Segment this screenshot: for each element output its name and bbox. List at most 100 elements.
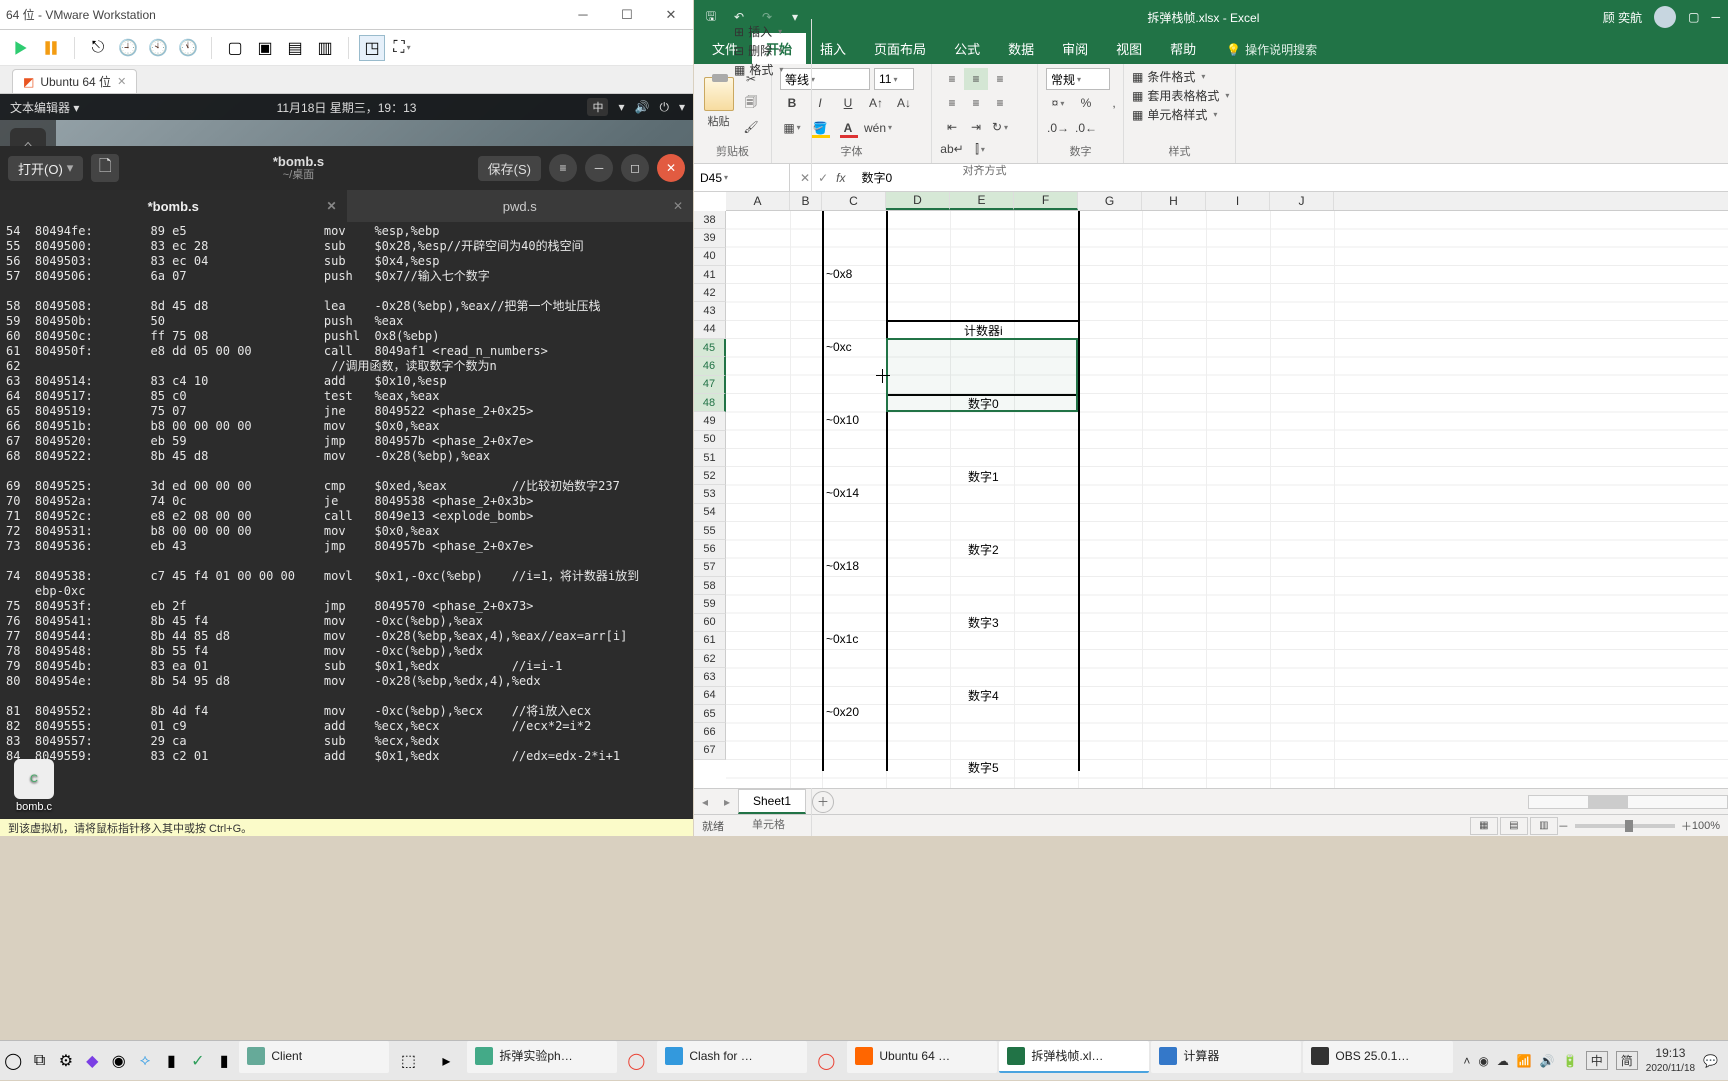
taskbar-item[interactable]: 计算器 [1151,1041,1301,1073]
worksheet[interactable]: A B C D E F G H I J 38394041424344454647… [694,192,1728,788]
cell-styles-button[interactable]: ▦ 单元格样式 [1132,106,1227,123]
row-45[interactable]: 45 [694,339,726,357]
row-55[interactable]: 55 [694,522,726,540]
row-54[interactable]: 54 [694,504,726,522]
row-39[interactable]: 39 [694,229,726,247]
table-format-button[interactable]: ▦ 套用表格格式 [1132,87,1227,104]
align-left-icon[interactable]: ≡ [940,92,964,114]
tray-kbd[interactable]: 简 [1616,1051,1638,1070]
grow-font-icon[interactable]: A↑ [864,92,888,114]
view-break-icon[interactable]: ▥ [1530,817,1558,835]
orientation-icon[interactable]: ↻ [988,116,1012,138]
revert-icon[interactable]: 🕚 [175,35,201,61]
taskbar-item[interactable]: Clash for … [657,1041,807,1073]
shrink-font-icon[interactable]: A↓ [892,92,916,114]
chrome-icon[interactable]: ◯ [807,1041,845,1081]
play-dropdown-icon[interactable] [8,35,34,61]
app-icon-2[interactable]: ▮ [158,1041,184,1081]
merge-icon[interactable]: ⫿ [968,138,992,160]
row-49[interactable]: 49 [694,412,726,430]
inc-decimal-icon[interactable]: .0→ [1046,117,1070,139]
tab-view[interactable]: 视图 [1102,33,1156,64]
tray-clock[interactable]: 19:132020/11/18 [1646,1047,1695,1073]
taskbar-item[interactable]: Ubuntu 64 … [847,1041,997,1073]
row-38[interactable]: 38 [694,211,726,229]
app-icon-1[interactable]: ◆ [79,1041,105,1081]
format-cells-button[interactable]: ▦ 格式 [734,61,803,78]
excel-minimize[interactable]: ─ [1711,10,1720,24]
tab-layout[interactable]: 页面布局 [860,33,940,64]
font-color-icon[interactable]: A [836,117,860,139]
tray-ime[interactable]: 中 [1586,1051,1608,1070]
obs-tray-icon[interactable]: ◉ [1478,1054,1488,1068]
comma-icon[interactable]: , [1102,92,1126,114]
tab-data[interactable]: 数据 [994,33,1048,64]
wifi-icon[interactable]: 📶 [1517,1054,1532,1068]
view-layout-icon[interactable]: ▤ [1500,817,1528,835]
row-67[interactable]: 67 [694,742,726,760]
row-41[interactable]: 41 [694,266,726,284]
align-bot-icon[interactable]: ≡ [988,68,1012,90]
zoom-pct[interactable]: 100% [1692,820,1720,832]
view3-icon[interactable]: ▤ [282,35,308,61]
dec-decimal-icon[interactable]: .0← [1074,117,1098,139]
wrap-icon[interactable]: ab↵ [940,138,964,160]
gedit-menu-button[interactable]: ≡ [549,154,577,182]
row-40[interactable]: 40 [694,248,726,266]
enter-edit-icon[interactable]: ✓ [818,171,828,185]
vmware-tab-ubuntu[interactable]: ◩ Ubuntu 64 位 ✕ [12,69,137,93]
cond-format-button[interactable]: ▦ 条件格式 [1132,68,1227,85]
avatar[interactable] [1654,6,1676,28]
align-center-icon[interactable]: ≡ [964,92,988,114]
close-tab-icon[interactable]: ✕ [117,75,126,88]
taskbar-item[interactable]: 拆弹栈帧.xl… [999,1041,1149,1073]
vscode-icon[interactable]: ⟡ [132,1041,158,1081]
row-44[interactable]: 44 [694,321,726,339]
gedit-open-button[interactable]: 打开(O) ▾ [8,156,83,181]
row-46[interactable]: 46 [694,357,726,375]
gedit-save-button[interactable]: 保存(S) [478,156,541,181]
view-normal-icon[interactable]: ▦ [1470,817,1498,835]
start-button[interactable]: ◯ [0,1041,26,1081]
cell-grid[interactable]: ~0x8 计数器i ~0xc 数字0 ~0x10 数字1 ~0x14 数字2 ~… [726,211,1728,788]
underline-button[interactable]: U [836,92,860,114]
row-58[interactable]: 58 [694,577,726,595]
save-icon[interactable]: 🖫 [702,8,720,26]
indent-inc-icon[interactable]: ⇥ [964,116,988,138]
network-icon[interactable]: ▾ [618,100,624,114]
row-52[interactable]: 52 [694,467,726,485]
phonetic-icon[interactable]: wén [864,117,892,139]
send-ctrl-alt-del-icon[interactable]: ⎋ [85,35,111,61]
row-57[interactable]: 57 [694,559,726,577]
row-60[interactable]: 60 [694,614,726,632]
tab-formulas[interactable]: 公式 [940,33,994,64]
percent-icon[interactable]: % [1074,92,1098,114]
onedrive-icon[interactable]: ☁ [1497,1054,1509,1068]
gedit-tab-bomb[interactable]: *bomb.s✕ [0,190,347,222]
ribbon-display-icon[interactable]: ▢ [1688,10,1699,24]
align-mid-icon[interactable]: ≡ [964,68,988,90]
gedit-close[interactable]: ✕ [657,154,685,182]
fullscreen-icon[interactable]: ⛶ [389,35,415,61]
row-51[interactable]: 51 [694,449,726,467]
zoom-in-icon[interactable]: ＋ [1681,818,1692,834]
accounting-icon[interactable]: ¤ [1046,92,1070,114]
tab-insert[interactable]: 插入 [806,33,860,64]
vmware-maximize[interactable] [605,0,649,30]
close-icon[interactable]: ✕ [673,199,683,213]
row-63[interactable]: 63 [694,668,726,686]
row-66[interactable]: 66 [694,723,726,741]
row-48[interactable]: 48 [694,394,726,412]
align-top-icon[interactable]: ≡ [940,68,964,90]
volume-icon[interactable]: 🔊 [635,100,650,114]
vmware-minimize[interactable] [561,0,605,30]
sheet-nav-prev[interactable]: ◂ [694,795,716,809]
number-format[interactable]: 常规 [1046,68,1110,90]
view1-icon[interactable]: ▢ [222,35,248,61]
col-A[interactable]: A [726,192,790,210]
close-icon[interactable]: ✕ [326,199,336,213]
col-J[interactable]: J [1270,192,1334,210]
col-H[interactable]: H [1142,192,1206,210]
tab-help[interactable]: 帮助 [1156,33,1210,64]
insert-cells-button[interactable]: ⊞ 插入 [734,23,803,40]
